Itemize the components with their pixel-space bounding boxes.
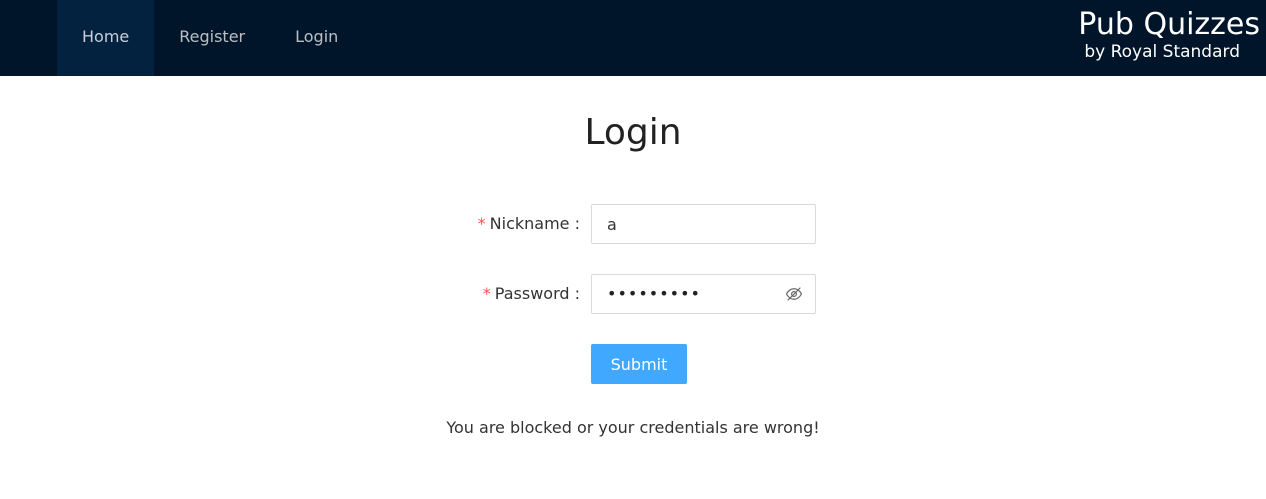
main-nav-menu: Home Register Login	[57, 0, 363, 76]
password-field[interactable]: •••••••••	[591, 274, 816, 314]
nickname-input[interactable]	[592, 205, 787, 243]
nickname-label-text: Nickname :	[489, 214, 580, 233]
nav-item-register[interactable]: Register	[154, 0, 270, 76]
brand-subtitle: by Royal Standard	[1084, 42, 1240, 62]
nav-item-login[interactable]: Login	[270, 0, 363, 76]
brand-logo: Pub Quizzes by Royal Standard	[1078, 6, 1260, 62]
nickname-label: * Nickname :	[478, 204, 580, 244]
password-label-text: Password :	[494, 284, 580, 303]
eye-invisible-icon[interactable]	[785, 285, 803, 303]
password-input[interactable]: •••••••••	[607, 275, 701, 313]
nickname-field[interactable]	[591, 204, 816, 244]
required-marker: *	[482, 284, 491, 303]
page-title: Login	[584, 112, 682, 153]
nav-item-home[interactable]: Home	[57, 0, 155, 76]
password-row: * Password : •••••••••	[0, 274, 1266, 314]
top-navbar: Home Register Login Pub Quizzes by Royal…	[0, 0, 1266, 76]
required-marker: *	[477, 214, 486, 233]
password-label: * Password :	[483, 274, 580, 314]
submit-button[interactable]: Submit	[591, 344, 687, 384]
nickname-row: * Nickname :	[0, 204, 1266, 244]
brand-title: Pub Quizzes	[1078, 7, 1260, 42]
error-message: You are blocked or your credentials are …	[446, 418, 820, 437]
